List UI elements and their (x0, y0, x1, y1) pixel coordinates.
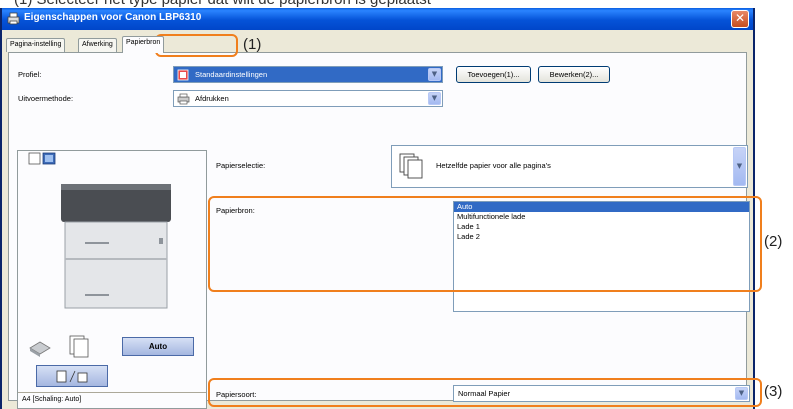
page-layout-button[interactable] (36, 365, 108, 387)
paper-stack-icons (29, 335, 89, 358)
chevron-down-icon[interactable]: ▼ (428, 68, 441, 81)
callout-2: (2) (764, 233, 783, 250)
paper-selection-value: Hetzelfde papier voor alle pagina's (436, 161, 551, 170)
tab-afwerking[interactable]: Afwerking (78, 38, 117, 52)
print-icon (177, 93, 190, 105)
profile-icon (177, 69, 189, 81)
output-method-value: Afdrukken (195, 94, 229, 103)
profile-value: Standaardinstellingen (195, 70, 268, 79)
window-title: Eigenschappen voor Canon LBP6310 (24, 12, 202, 23)
highlight-3 (208, 378, 762, 407)
tab-papierbron[interactable]: Papierbron (122, 36, 165, 53)
tab-pagina-instelling[interactable]: Pagina-instelling (6, 38, 66, 52)
paper-selection-label: Papierselectie: (216, 161, 266, 170)
callout-1: (1) (243, 36, 262, 53)
profile-label: Profiel: (18, 70, 42, 79)
output-method-combo[interactable]: Afdrukken ▼ (173, 90, 443, 107)
auto-button[interactable]: Auto (122, 337, 194, 356)
close-button[interactable]: ✕ (731, 10, 749, 28)
chevron-down-icon[interactable]: ▼ (733, 147, 746, 186)
view-toggle-icons[interactable] (28, 152, 60, 166)
output-method-label: Uitvoermethode: (18, 94, 74, 103)
printer-preview-image (61, 184, 171, 309)
edit-profile-button[interactable]: Bewerken(2)... (538, 66, 610, 83)
highlight-1 (155, 34, 238, 57)
printer-icon (7, 12, 20, 25)
cut-off-heading: (1) Selecteer het type papier dat wilt d… (0, 0, 793, 8)
callout-3: (3) (764, 383, 783, 400)
highlight-2 (208, 196, 762, 292)
add-profile-button[interactable]: Toevoegen(1)... (456, 66, 531, 83)
page-icon (56, 370, 88, 383)
title-bar: Eigenschappen voor Canon LBP6310 ✕ (2, 8, 753, 30)
chevron-down-icon[interactable]: ▼ (428, 92, 441, 105)
paper-selection-combo[interactable]: Hetzelfde papier voor alle pagina's ▼ (391, 145, 748, 188)
cut-off-heading-text: (1) Selecteer het type papier dat wilt d… (14, 0, 431, 8)
preview-status: A4 [Schaling: Auto] (18, 392, 206, 408)
paper-sheets-icon (399, 153, 423, 179)
profile-combo[interactable]: Standaardinstellingen ▼ (173, 66, 443, 83)
